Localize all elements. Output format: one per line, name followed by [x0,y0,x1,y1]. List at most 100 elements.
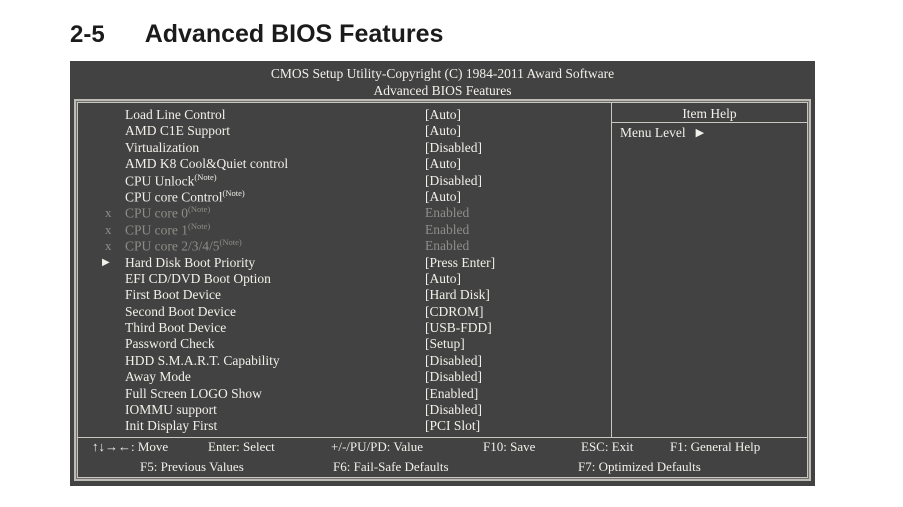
option-label: Full Screen LOGO Show [125,386,262,402]
bios-titlebar: CMOS Setup Utility-Copyright (C) 1984-20… [70,66,815,99]
item-help-body: Menu Level ▶ [612,123,807,141]
option-label-text: CPU core 1 [125,222,188,238]
option-value[interactable]: [Auto] [425,156,461,172]
option-label-text: CPU core 0 [125,205,188,221]
option-row[interactable]: x CPU core 0(Note) Enabled [78,205,611,221]
option-value[interactable]: [Disabled] [425,173,482,189]
page-title: 2-5 Advanced BIOS Features [70,20,770,56]
option-note-superscript: (Note) [222,187,245,198]
item-help-title: Item Help [612,103,807,123]
option-row[interactable]: Third Boot Device [USB-FDD] [78,320,611,336]
section-title: Advanced BIOS Features [144,20,444,48]
option-row[interactable]: AMD K8 Cool&Quiet control [Auto] [78,156,611,172]
option-label: HDD S.M.A.R.T. Capability [125,353,280,369]
option-row[interactable]: x CPU core 2/3/4/5(Note) Enabled [78,238,611,254]
bios-body-frame: Load Line Control [Auto] AMD C1E Support [A… [77,102,808,478]
submenu-arrow-icon: ▶ [102,256,110,268]
option-value[interactable]: [Auto] [425,189,461,205]
option-label-text: HDD S.M.A.R.T. Capability [125,352,280,368]
option-label: Third Boot Device [125,320,226,336]
option-value[interactable]: [CDROM] [425,304,484,320]
option-value[interactable]: [Auto] [425,107,461,123]
option-label-text: Load Line Control [125,107,226,122]
item-help-panel: Item Help Menu Level ▶ [611,103,807,437]
menu-level-row: Menu Level ▶ [620,125,807,141]
option-value[interactable]: [Auto] [425,271,461,287]
option-label: AMD K8 Cool&Quiet control [125,156,288,172]
option-label-text: Third Boot Device [125,320,227,336]
option-label: CPU core 1(Note) [125,221,210,239]
option-value[interactable]: [Hard Disk] [425,287,490,303]
option-value[interactable]: [Disabled] [425,140,482,156]
option-label: CPU Unlock(Note) [125,171,217,190]
menu-level-label: Menu Level [620,125,686,140]
legend-previous-values: F5: Previous Values [140,459,244,474]
option-row[interactable]: Second Boot Device [CDROM] [78,304,611,320]
option-label-text: Init Display First [125,418,218,434]
option-label: Load Line Control [125,107,225,123]
option-label-text: AMD C1E Support [125,123,231,139]
option-label: EFI CD/DVD Boot Option [125,271,271,287]
option-row[interactable]: Full Screen LOGO Show [Enabled] [78,386,611,402]
disabled-marker-icon: x [105,221,112,237]
legend-optimized: F7: Optimized Defaults [578,459,701,474]
option-note-superscript: (Note) [194,171,217,182]
bios-footer-legend: ↑↓→←: Move Enter: Select +/-/PU/PD: Valu… [78,437,807,477]
option-row[interactable]: Password Check [Setup] [78,336,611,352]
option-value[interactable]: [Disabled] [425,369,482,385]
disabled-marker-icon: x [105,238,112,254]
option-row[interactable]: x CPU core 1(Note) Enabled [78,221,611,239]
option-value[interactable]: [Enabled] [425,386,478,402]
bios-setup-screen: CMOS Setup Utility-Copyright (C) 1984-20… [70,61,815,486]
option-value[interactable]: [Press Enter] [425,255,495,271]
legend-enter-select: Enter: Select [208,439,275,454]
option-label-text: CPU core Control [125,189,223,205]
option-label-text: Virtualization [125,139,200,155]
option-value[interactable]: Enabled [425,205,469,221]
bios-titlebar-line2: Advanced BIOS Features [373,82,512,98]
option-value[interactable]: [Disabled] [425,353,482,369]
option-value[interactable]: [Setup] [425,336,465,352]
option-label: IOMMU support [125,402,217,418]
option-value[interactable]: [USB-FDD] [425,320,492,336]
legend-move: ↑↓→←: Move [92,439,169,454]
option-label-text: IOMMU support [125,402,217,418]
option-label-text: CPU core 2/3/4/5 [125,238,220,254]
option-value[interactable]: Enabled [425,222,469,238]
disabled-marker-icon: x [105,205,112,221]
legend-general-help: F1: General Help [670,439,761,454]
option-row[interactable]: AMD C1E Support [Auto] [78,123,611,139]
bios-columns: Load Line Control [Auto] AMD C1E Support [A… [78,103,807,437]
option-row[interactable]: HDD S.M.A.R.T. Capability [Disabled] [78,353,611,369]
legend-exit: ESC: Exit [581,439,634,454]
options-list: Load Line Control [Auto] AMD C1E Support [A… [78,103,611,437]
option-value[interactable]: [Auto] [425,123,461,139]
option-row[interactable]: Load Line Control [Auto] [78,107,611,123]
option-row[interactable]: CPU core Control(Note) [Auto] [78,189,611,205]
option-label-text: Second Boot Device [125,303,236,319]
option-row[interactable]: EFI CD/DVD Boot Option [Auto] [78,271,611,287]
chevron-right-icon: ▶ [695,127,705,139]
option-label: CPU core Control(Note) [125,189,245,206]
option-label: Away Mode [125,369,191,385]
option-row[interactable]: ▶ Hard Disk Boot Priority [Press Enter] [78,255,611,271]
legend-save: F10: Save [483,439,536,454]
option-row[interactable]: IOMMU support [Disabled] [78,402,611,418]
option-label-text: Full Screen LOGO Show [125,385,262,401]
option-note-superscript: (Note) [219,237,242,248]
legend-fail-safe: F6: Fail-Safe Defaults [333,459,449,474]
option-value[interactable]: [Disabled] [425,402,482,418]
option-row[interactable]: Away Mode [Disabled] [78,369,611,385]
option-label: CPU core 0(Note) [125,205,210,222]
option-value[interactable]: Enabled [425,238,469,254]
option-label: First Boot Device [125,287,221,303]
option-value[interactable]: [PCI Slot] [425,418,480,434]
option-row[interactable]: Init Display First [PCI Slot] [78,418,611,434]
option-row[interactable]: First Boot Device [Hard Disk] [78,287,611,303]
option-label: AMD C1E Support [125,123,230,139]
option-label-text: First Boot Device [125,287,221,303]
option-row[interactable]: CPU Unlock(Note) [Disabled] [78,171,611,190]
option-label-text: CPU Unlock [125,173,195,189]
option-row[interactable]: Virtualization [Disabled] [78,140,611,156]
option-label: Init Display First [125,418,217,434]
